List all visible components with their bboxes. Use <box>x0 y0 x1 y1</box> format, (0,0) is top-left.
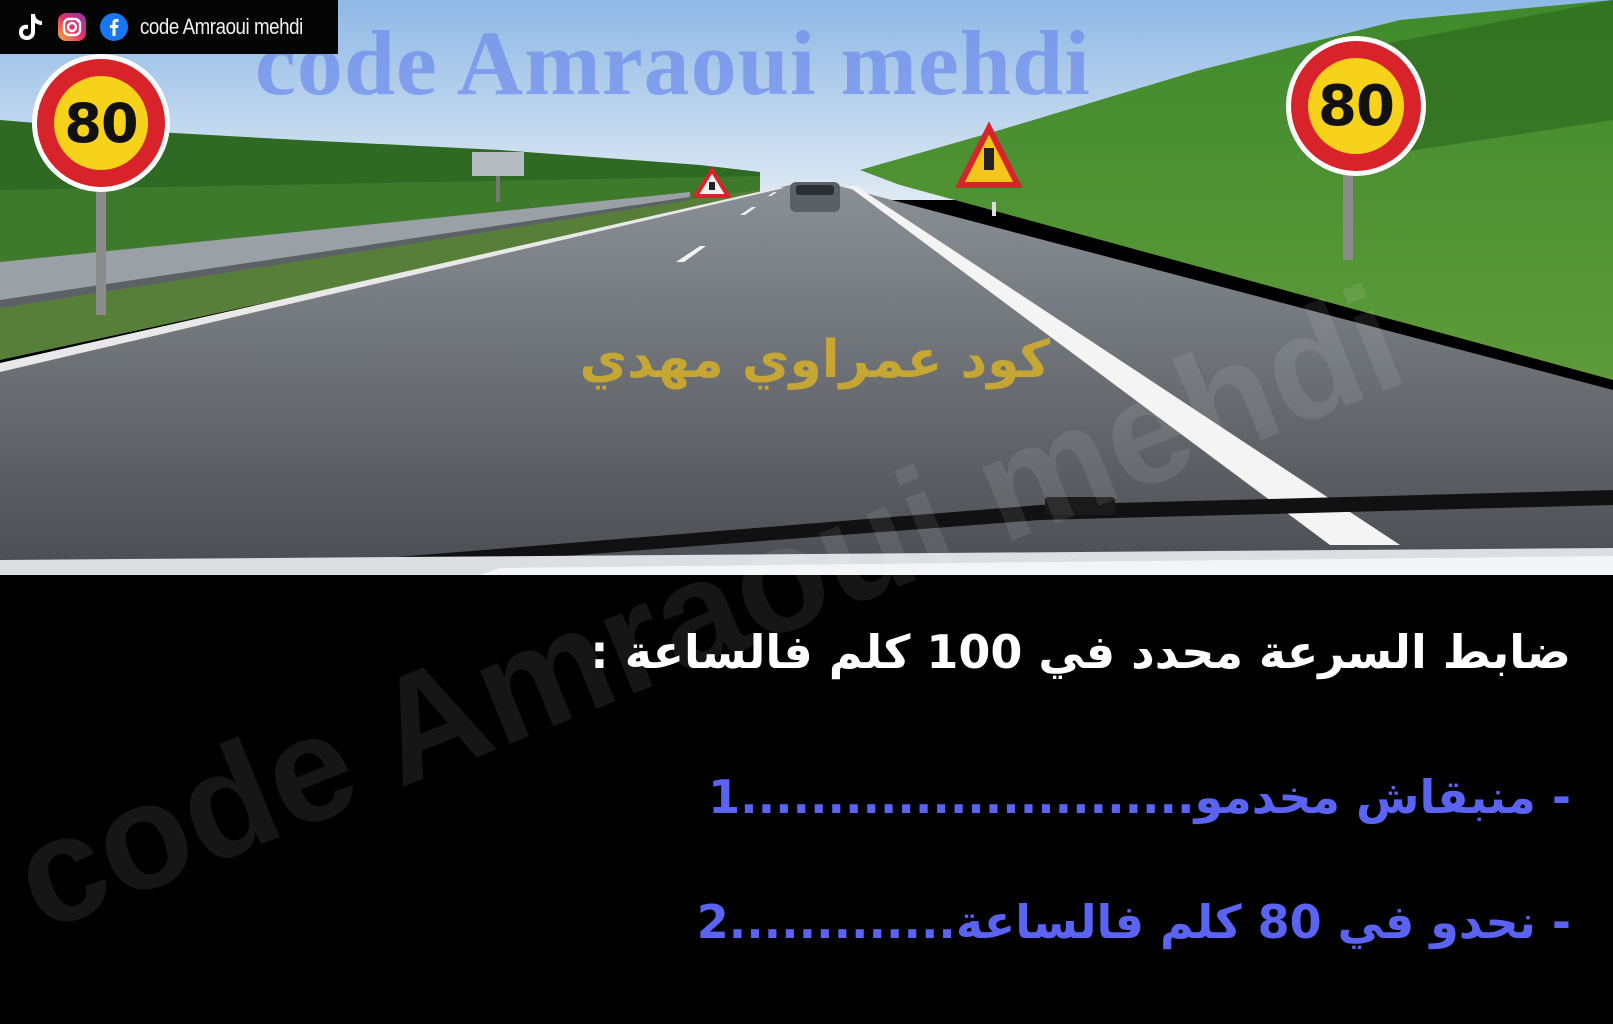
facebook-icon <box>98 11 130 43</box>
question-text: ضابط السرعة محدد في 100 كلم فالساعة : <box>590 625 1571 679</box>
answer-option-1: - منبقاش مخدمو..........................… <box>708 770 1571 824</box>
speed-limit-sign-right: 80 <box>1286 36 1426 176</box>
video-frame: 80 80 code Amraoui mehdi كود عمراوي مهدي <box>0 0 1613 1024</box>
watermark-arabic: كود عمراوي مهدي <box>579 330 1051 390</box>
answer-option-2: - نحدو في 80 كلم فالساعة.............2 <box>696 895 1571 949</box>
instagram-icon <box>56 11 88 43</box>
watermark-top: code Amraoui mehdi <box>255 12 1091 114</box>
speed-limit-sign-left: 80 <box>32 54 170 192</box>
tiktok-icon <box>14 11 46 43</box>
channel-name: code Amraoui mehdi <box>140 14 303 39</box>
social-bar: code Amraoui mehdi <box>0 0 338 54</box>
speed-limit-value-right: 80 <box>1318 73 1395 139</box>
speed-limit-value-left: 80 <box>64 91 138 155</box>
